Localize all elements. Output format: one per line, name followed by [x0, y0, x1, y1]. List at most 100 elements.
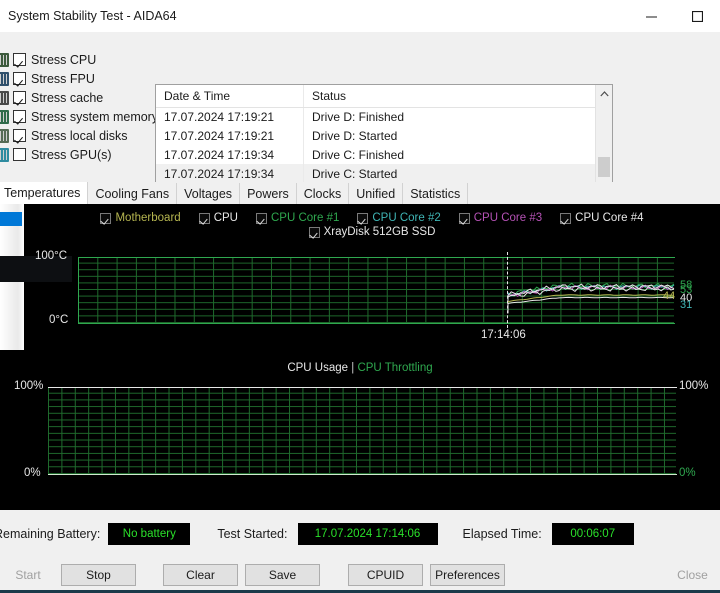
stress-option-checkbox[interactable]: [13, 148, 26, 161]
window-titlebar: System Stability Test - AIDA64: [0, 0, 720, 32]
table-row[interactable]: 17.07.2024 17:19:34 Drive C: Finished: [156, 145, 595, 164]
trace-xraydisk-512gb-ssd: [507, 296, 675, 314]
stress-option-row[interactable]: Stress GPU(s): [0, 145, 155, 164]
tabbar: Temperatures Cooling Fans Voltages Powers Cl…: [0, 182, 720, 204]
gpu-card-icon: [0, 147, 9, 162]
temp-value-label: 44: [663, 290, 676, 302]
stress-option-checkbox[interactable]: [13, 129, 26, 142]
stress-option-row[interactable]: Stress cache: [0, 88, 155, 107]
window-controls: [628, 0, 720, 32]
stress-option-checkbox[interactable]: [13, 110, 26, 123]
stress-option-label: Stress CPU: [31, 52, 97, 67]
usage-plot-frame: [48, 387, 677, 475]
legend-checkbox[interactable]: [198, 212, 210, 224]
cell-datetime: 17.07.2024 17:19:21: [156, 107, 304, 126]
tab-clocks[interactable]: Clocks: [296, 183, 350, 204]
started-label: Test Started:: [217, 527, 288, 541]
stress-option-checkbox[interactable]: [13, 91, 26, 104]
table-row[interactable]: 17.07.2024 17:19:21 Drive D: Started: [156, 126, 595, 145]
scroll-up-icon[interactable]: [596, 85, 612, 102]
table-row[interactable]: 17.07.2024 17:19:34 Drive C: Started: [156, 164, 595, 183]
stress-config-pane: Stress CPU Stress FPU Stress cache Stress s…: [0, 32, 720, 194]
stress-option-checkbox[interactable]: [13, 53, 26, 66]
tab-statistics[interactable]: Statistics: [403, 183, 469, 204]
tab-unified[interactable]: Unified: [349, 183, 404, 204]
throttling-label[interactable]: CPU Throttling: [357, 362, 432, 374]
stress-option-row[interactable]: Stress system memory: [0, 107, 158, 126]
legend-item-cpu-core-1[interactable]: CPU Core #1: [255, 212, 340, 224]
usage-axis-label-top-right: 100%: [679, 380, 709, 392]
clear-button[interactable]: Clear: [163, 564, 238, 586]
legend-label: CPU Core #3: [473, 212, 543, 224]
legend-item-cpu-core-4[interactable]: CPU Core #4: [560, 212, 644, 224]
maximize-button[interactable]: [674, 0, 720, 32]
cell-status: Drive D: Finished: [312, 109, 405, 124]
usage-axis-label-bottom-left: 0%: [24, 467, 41, 479]
legend-label: CPU Core #1: [270, 212, 340, 224]
tab-powers[interactable]: Powers: [240, 183, 297, 204]
status-log-scrollbar[interactable]: [595, 85, 612, 193]
legend-item-cpu-core-2[interactable]: CPU Core #2: [357, 212, 441, 224]
legend-row-1: Motherboard CPU CPU Core #1 CPU Core #2 CPU …: [91, 212, 652, 224]
cell-datetime: 17.07.2024 17:19:34: [156, 145, 304, 164]
stress-option-label: Stress local disks: [31, 128, 128, 143]
legend-label: CPU Core #2: [372, 212, 441, 224]
cell-datetime: 17.07.2024 17:19:21: [156, 126, 304, 145]
cell-status: Drive C: Finished: [312, 147, 405, 162]
legend-checkbox[interactable]: [255, 212, 267, 224]
usage-graph-title: CPU Usage | CPU Throttling: [0, 362, 720, 374]
preferences-button[interactable]: Preferences: [430, 564, 505, 586]
battery-value: No battery: [108, 523, 191, 545]
temperature-legend: Motherboard CPU CPU Core #1 CPU Core #2 CPU …: [24, 212, 720, 238]
legend-item-cpu[interactable]: CPU: [198, 212, 238, 224]
legend-checkbox[interactable]: [100, 212, 112, 224]
fpu-chip-icon: [0, 71, 9, 86]
stress-option-label: Stress GPU(s): [31, 147, 112, 162]
temperatures-graph-panel: Motherboard CPU CPU Core #1 CPU Core #2 CPU …: [24, 204, 720, 350]
legend-checkbox[interactable]: [308, 226, 320, 238]
column-header-datetime[interactable]: Date & Time: [156, 85, 304, 107]
scrollbar-thumb[interactable]: [598, 157, 610, 177]
window-title: System Stability Test - AIDA64: [8, 9, 177, 23]
minimize-button[interactable]: [628, 0, 674, 32]
legend-item-xraydisk-512gb-ssd[interactable]: XrayDisk 512GB SSD: [308, 226, 435, 238]
stress-option-checkbox[interactable]: [13, 72, 26, 85]
cell-status: Drive D: Started: [312, 128, 398, 143]
elapsed-value: 00:06:07: [551, 523, 634, 545]
legend-label: Motherboard: [115, 212, 181, 224]
legend-label: CPU Core #4: [575, 212, 644, 224]
legend-checkbox[interactable]: [458, 212, 470, 224]
cpu-usage-graph-panel: CPU Usage | CPU Throttling 100% 0% 100% …: [0, 354, 720, 510]
test-statusbar: Remaining Battery: No battery Test Start…: [0, 510, 720, 558]
status-log-grid: Date & Time Status 17.07.2024 17:19:21 Dr…: [156, 85, 595, 193]
tab-voltages[interactable]: Voltages: [177, 183, 241, 204]
cell-datetime: 17.07.2024 17:19:34: [156, 164, 304, 183]
start-button: Start: [15, 568, 41, 582]
legend-item-cpu-core-3[interactable]: CPU Core #3: [458, 212, 543, 224]
stress-option-label: Stress cache: [31, 90, 104, 105]
tab-temperatures[interactable]: Temperatures: [0, 182, 89, 204]
legend-checkbox[interactable]: [560, 212, 572, 224]
stress-option-row[interactable]: Stress FPU: [0, 69, 155, 88]
cpuid-button[interactable]: CPUID: [348, 564, 423, 586]
save-button[interactable]: Save: [245, 564, 320, 586]
ram-module-icon: [0, 109, 9, 124]
time-marker-label: 17:14:06: [481, 329, 526, 341]
stress-option-label: Stress FPU: [31, 71, 95, 86]
legend-checkbox[interactable]: [357, 212, 369, 224]
side-panel-highlight: [0, 212, 22, 226]
cell-status: Drive C: Started: [312, 166, 398, 181]
usage-label[interactable]: CPU Usage: [287, 362, 348, 374]
legend-row-2: XrayDisk 512GB SSD: [300, 226, 445, 238]
battery-label: Remaining Battery:: [0, 527, 101, 541]
started-value: 17.07.2024 17:14:06: [297, 523, 438, 545]
stress-option-row[interactable]: Stress CPU: [0, 50, 155, 69]
stress-option-row[interactable]: Stress local disks: [0, 126, 155, 145]
tab-cooling-fans[interactable]: Cooling Fans: [88, 183, 178, 204]
legend-label: CPU: [213, 212, 238, 224]
legend-item-motherboard[interactable]: Motherboard: [100, 212, 181, 224]
table-row[interactable]: 17.07.2024 17:19:21 Drive D: Finished: [156, 107, 595, 126]
time-marker-line: [507, 252, 508, 328]
column-header-status[interactable]: Status: [304, 85, 595, 107]
stop-button[interactable]: Stop: [61, 564, 136, 586]
